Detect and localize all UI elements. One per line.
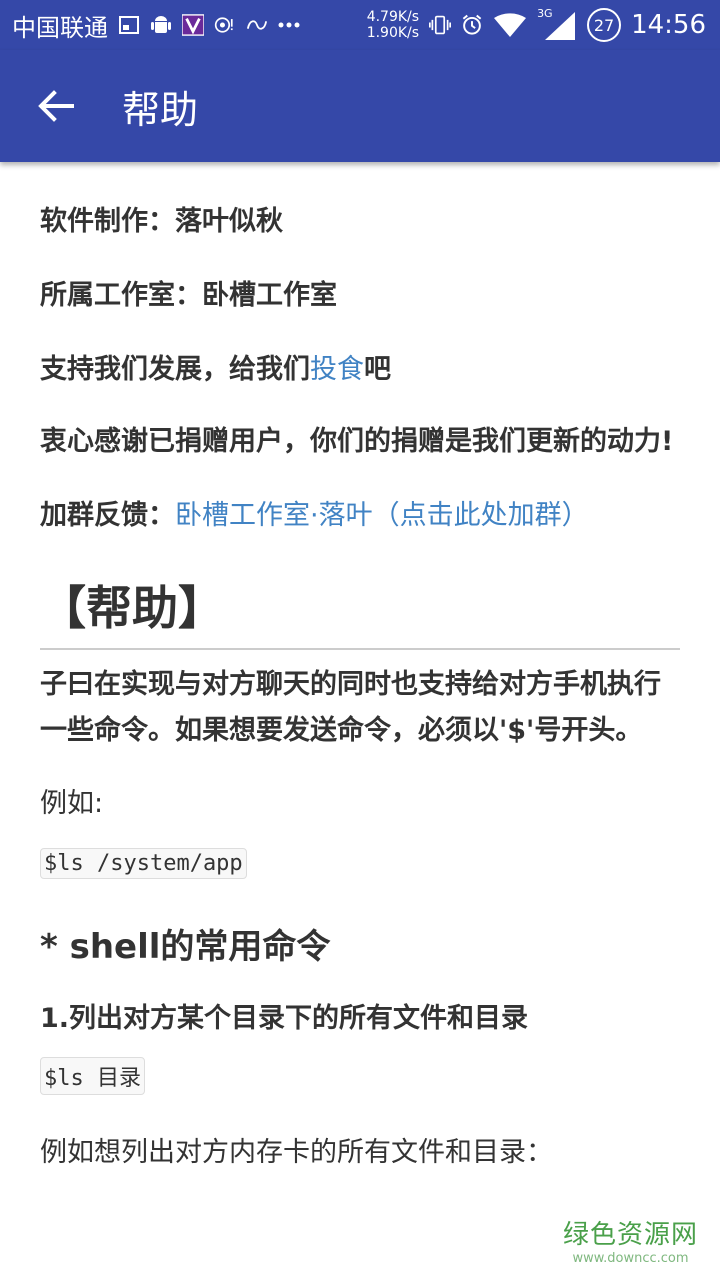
network-speed: 4.79K/s 1.90K/s (367, 9, 419, 41)
item1-example: 例如想列出对方内存卡的所有文件和目录： (40, 1137, 553, 1168)
clock: 14:56 (631, 10, 706, 40)
shell-commands-title: * shell的常用命令 (40, 927, 331, 967)
donate-link[interactable]: 投食 (310, 354, 364, 385)
download-speed: 1.90K/s (366, 25, 420, 41)
arrow-back-icon (38, 90, 74, 122)
example-label: 例如: (40, 788, 104, 819)
watermark-main: 绿色资源网 (562, 1220, 698, 1250)
alarm-icon (461, 14, 483, 36)
wifi-icon (493, 13, 527, 37)
group-line: 加群反馈：卧槽工作室·落叶（点击此处加群） (40, 494, 680, 538)
back-button[interactable] (24, 74, 88, 138)
hotspot-icon (214, 14, 236, 36)
more-icon (278, 14, 300, 36)
item1-code-arg: 目录 (97, 1066, 142, 1091)
cell-signal-icon: 3G (537, 7, 577, 41)
help-content[interactable]: 软件制作：落叶似秋 所属工作室：卧槽工作室 支持我们发展，给我们投食吧 衷心感谢… (0, 162, 720, 1280)
example-code: $ls /system/app (40, 848, 247, 879)
support-line: 支持我们发展，给我们投食吧 (40, 348, 680, 392)
upload-speed: 4.79K/s (366, 9, 420, 25)
android-icon (150, 14, 172, 36)
v-app-icon (182, 14, 204, 36)
help-section-title: 【帮助】 (40, 572, 680, 650)
status-bar: 中国联通 4.79K/s 1.90K/s 3G 27 14:56 (0, 0, 720, 50)
image-notification-icon (118, 14, 140, 36)
join-group-link[interactable]: 卧槽工作室·落叶（点击此处加群） (175, 500, 589, 531)
link-icon (246, 14, 268, 36)
group-label: 加群反馈： (40, 500, 175, 531)
item1-code-cmd: $ls (44, 1066, 84, 1091)
support-suffix: 吧 (364, 354, 391, 385)
support-prefix: 支持我们发展，给我们 (40, 354, 310, 385)
item1-code: $ls 目录 (40, 1057, 146, 1095)
watermark-logo: 绿色资源网 www.downcc.com (563, 1214, 698, 1266)
vibrate-icon (429, 14, 452, 36)
author-name: 落叶似秋 (175, 206, 283, 237)
watermark-url: www.downcc.com (572, 1251, 689, 1266)
studio-name: 卧槽工作室 (202, 280, 337, 311)
notification-count-badge: 27 (587, 8, 622, 42)
help-intro: 子曰在实现与对方聊天的同时也支持给对方手机执行一些命令。如果想要发送命令，必须以… (40, 669, 661, 746)
item1-title: 1.列出对方某个目录下的所有文件和目录 (40, 1003, 529, 1034)
author-label: 软件制作： (40, 206, 175, 237)
studio-label: 所属工作室： (40, 280, 202, 311)
page-title: 帮助 (122, 87, 199, 132)
thanks-text: 衷心感谢已捐赠用户，你们的捐赠是我们更新的动力! (40, 426, 674, 457)
author-line: 软件制作：落叶似秋 (40, 200, 680, 244)
app-bar: 帮助 (0, 50, 720, 162)
studio-line: 所属工作室：卧槽工作室 (40, 274, 680, 318)
carrier-name: 中国联通 (12, 13, 108, 42)
